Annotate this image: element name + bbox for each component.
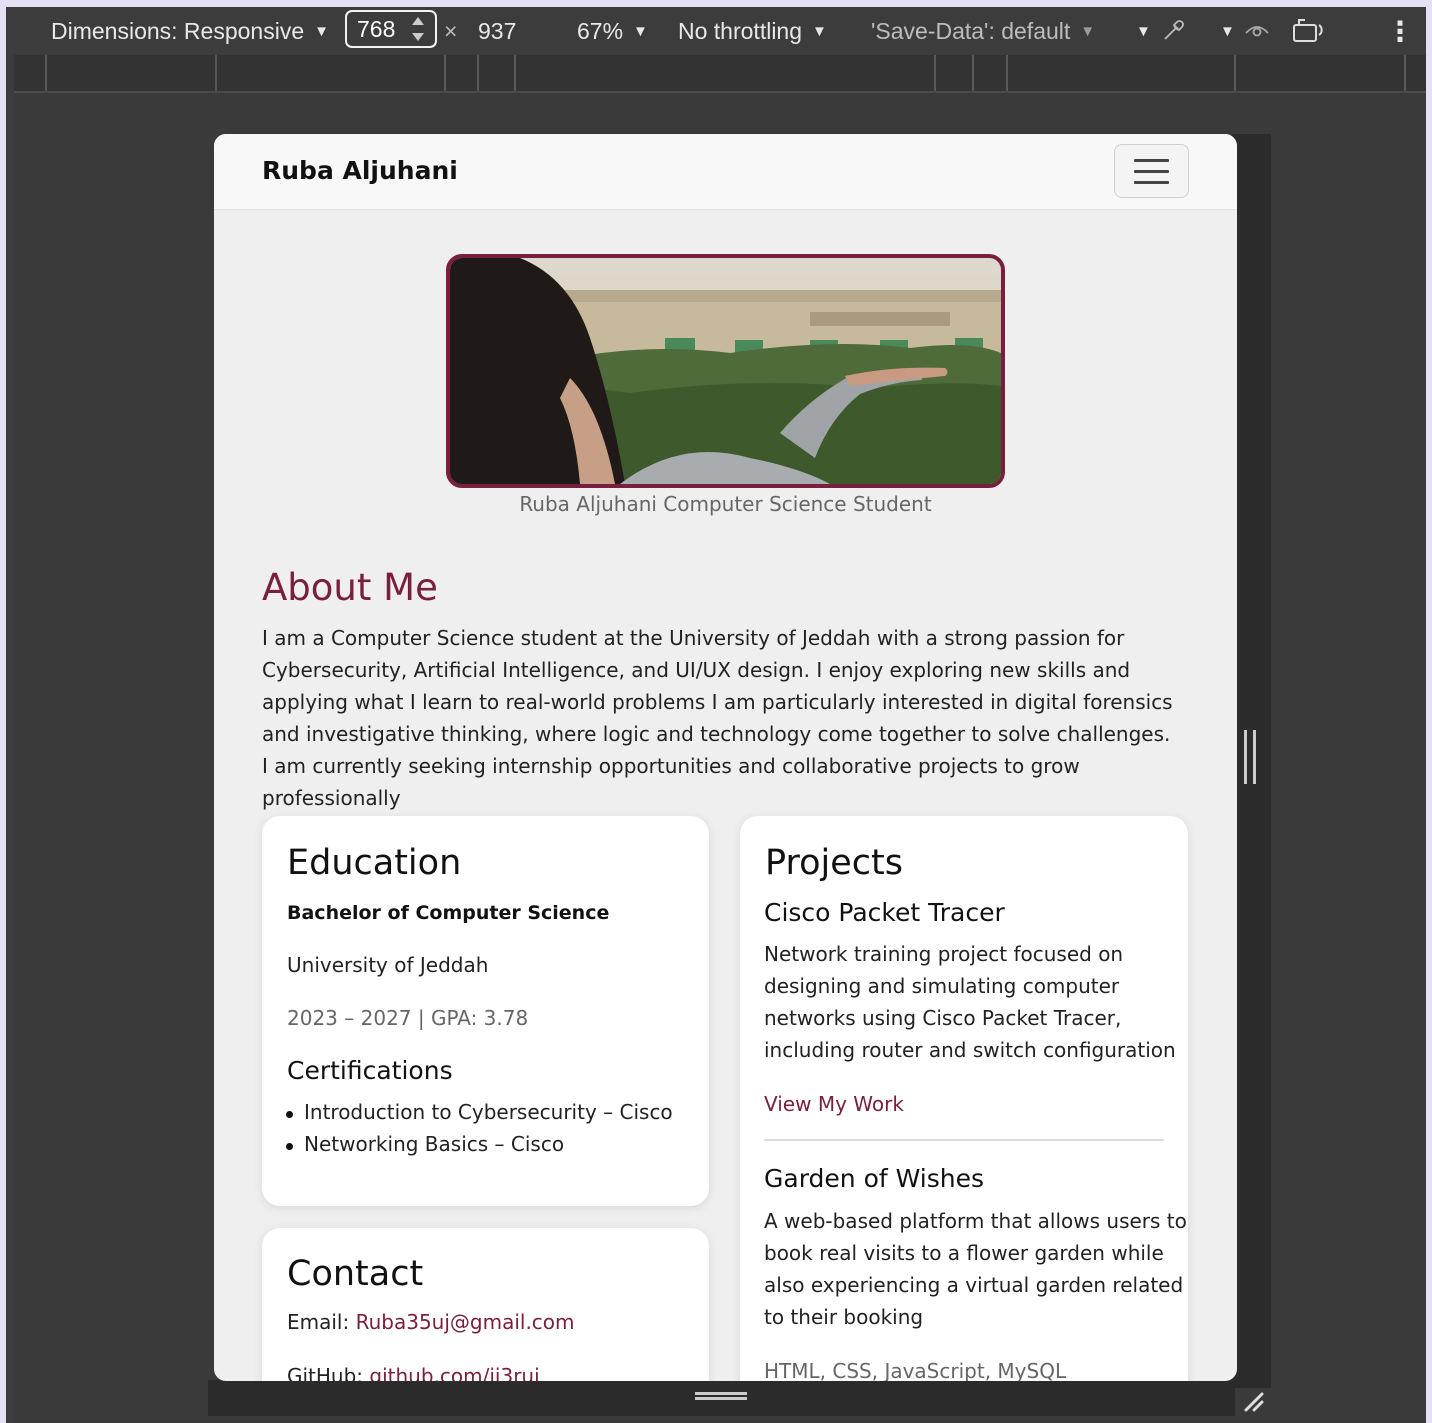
caret-down-icon: ▼ (1136, 22, 1151, 40)
projects-card: Projects Cisco Packet Tracer Network tra… (740, 816, 1188, 1381)
brand[interactable]: Ruba Aljuhani (262, 156, 458, 185)
project-description-line: A web-based platform that allows users t… (764, 1209, 1187, 1233)
view-my-work-link[interactable]: View My Work (764, 1092, 904, 1116)
width-input[interactable]: 768 (345, 10, 437, 48)
project-description-line: to their booking (764, 1305, 924, 1329)
hamburger-icon (1134, 159, 1169, 162)
list-item: Networking Basics – Cisco (262, 1132, 682, 1164)
project-title: Cisco Packet Tracer (764, 898, 1005, 927)
bullet-icon (286, 1111, 293, 1118)
caret-down-icon: ▼ (1220, 22, 1235, 40)
contact-card: Contact Email: Ruba35uj@gmail.com GitHub… (262, 1228, 709, 1381)
right-resize-handle[interactable] (1231, 134, 1271, 1388)
dimensions-label: Dimensions: Responsive (51, 17, 305, 44)
hero-caption: Ruba Aljuhani Computer Science Student (519, 492, 932, 516)
profile-photo (446, 254, 1005, 488)
times-sign: × (444, 17, 458, 44)
eyedropper-icon (1164, 20, 1184, 40)
email-link[interactable]: Ruba35uj@gmail.com (356, 1310, 575, 1334)
throttling-label: No throttling (678, 17, 803, 44)
contact-heading: Contact (287, 1254, 424, 1294)
github-line: GitHub: github.com/ii3rui (287, 1364, 540, 1381)
dimensions-dropdown[interactable]: Dimensions: Responsive ▼ (51, 7, 329, 55)
project-title: Garden of Wishes (764, 1164, 985, 1193)
page-viewport: Ruba Aljuhani Ruba Aljuhani Computer Sci… (214, 134, 1237, 1381)
education-card: Education Bachelor of Computer Science U… (262, 816, 709, 1206)
caret-down-icon: ▼ (314, 22, 329, 40)
rotate-button[interactable] (1291, 7, 1327, 55)
tech-stack: HTML, CSS, JavaScript, MySQL (764, 1359, 1067, 1381)
divider (764, 1139, 1164, 1141)
degree: Bachelor of Computer Science (287, 902, 610, 924)
caret-down-icon: ▼ (812, 22, 827, 40)
bullet-icon (286, 1143, 293, 1150)
drag-handle-icon (1244, 730, 1256, 784)
years-gpa: 2023 – 2027 | GPA: 3.78 (287, 1006, 529, 1030)
list-item: Introduction to Cybersecurity – Cisco (262, 1100, 682, 1132)
rotate-icon (1293, 19, 1323, 42)
project-description-line: Network training project focused on (764, 942, 1124, 966)
about-text: I am a Computer Science student at the U… (262, 626, 1173, 810)
caret-down-icon: ▼ (633, 22, 648, 40)
eye-icon (1245, 26, 1269, 37)
project-description-line: book real visits to a flower garden whil… (764, 1241, 1164, 1265)
zoom-label: 67% (577, 17, 624, 44)
throttling-dropdown[interactable]: No throttling ▼ (678, 7, 827, 55)
bottom-resize-handle[interactable] (208, 1380, 1235, 1416)
drag-handle-icon (695, 1392, 747, 1400)
certifications-heading: Certifications (287, 1056, 453, 1085)
project-description-line: networks using Cisco Packet Tracer, (764, 1006, 1122, 1030)
github-link[interactable]: github.com/ii3rui (369, 1364, 539, 1381)
project-description-line: including router and switch configuratio… (764, 1038, 1176, 1062)
media-query-ruler (14, 55, 1426, 93)
color-picker-dropdown[interactable]: ▼ (1136, 7, 1187, 55)
resize-corner-icon (1244, 1392, 1264, 1412)
education-heading: Education (287, 843, 462, 883)
menu-toggle-button[interactable] (1114, 144, 1189, 198)
save-data-dropdown[interactable]: 'Save-Data': default ▼ (871, 7, 1095, 55)
more-options-icon[interactable]: ⋮ (1386, 7, 1414, 55)
project-description-line: designing and simulating computer (764, 974, 1120, 998)
email-line: Email: Ruba35uj@gmail.com (287, 1310, 575, 1334)
save-data-label: 'Save-Data': default (871, 17, 1071, 44)
vision-dropdown[interactable]: ▼ (1220, 7, 1271, 55)
corner-resize-handle[interactable] (1232, 1380, 1268, 1416)
caret-down-icon: ▼ (1080, 22, 1096, 40)
navbar: Ruba Aljuhani (214, 134, 1237, 210)
width-value: 768 (357, 15, 396, 42)
spinner-icon[interactable] (411, 16, 425, 42)
height-input[interactable]: 937 (478, 7, 516, 55)
university: University of Jeddah (287, 953, 489, 977)
device-toolbar: Dimensions: Responsive ▼ 768 × 937 67% ▼… (6, 7, 1426, 55)
about-heading: About Me (262, 566, 438, 609)
projects-heading: Projects (765, 843, 903, 883)
project-description-line: also experiencing a virtual garden relat… (764, 1273, 1184, 1297)
zoom-dropdown[interactable]: 67% ▼ (577, 7, 648, 55)
